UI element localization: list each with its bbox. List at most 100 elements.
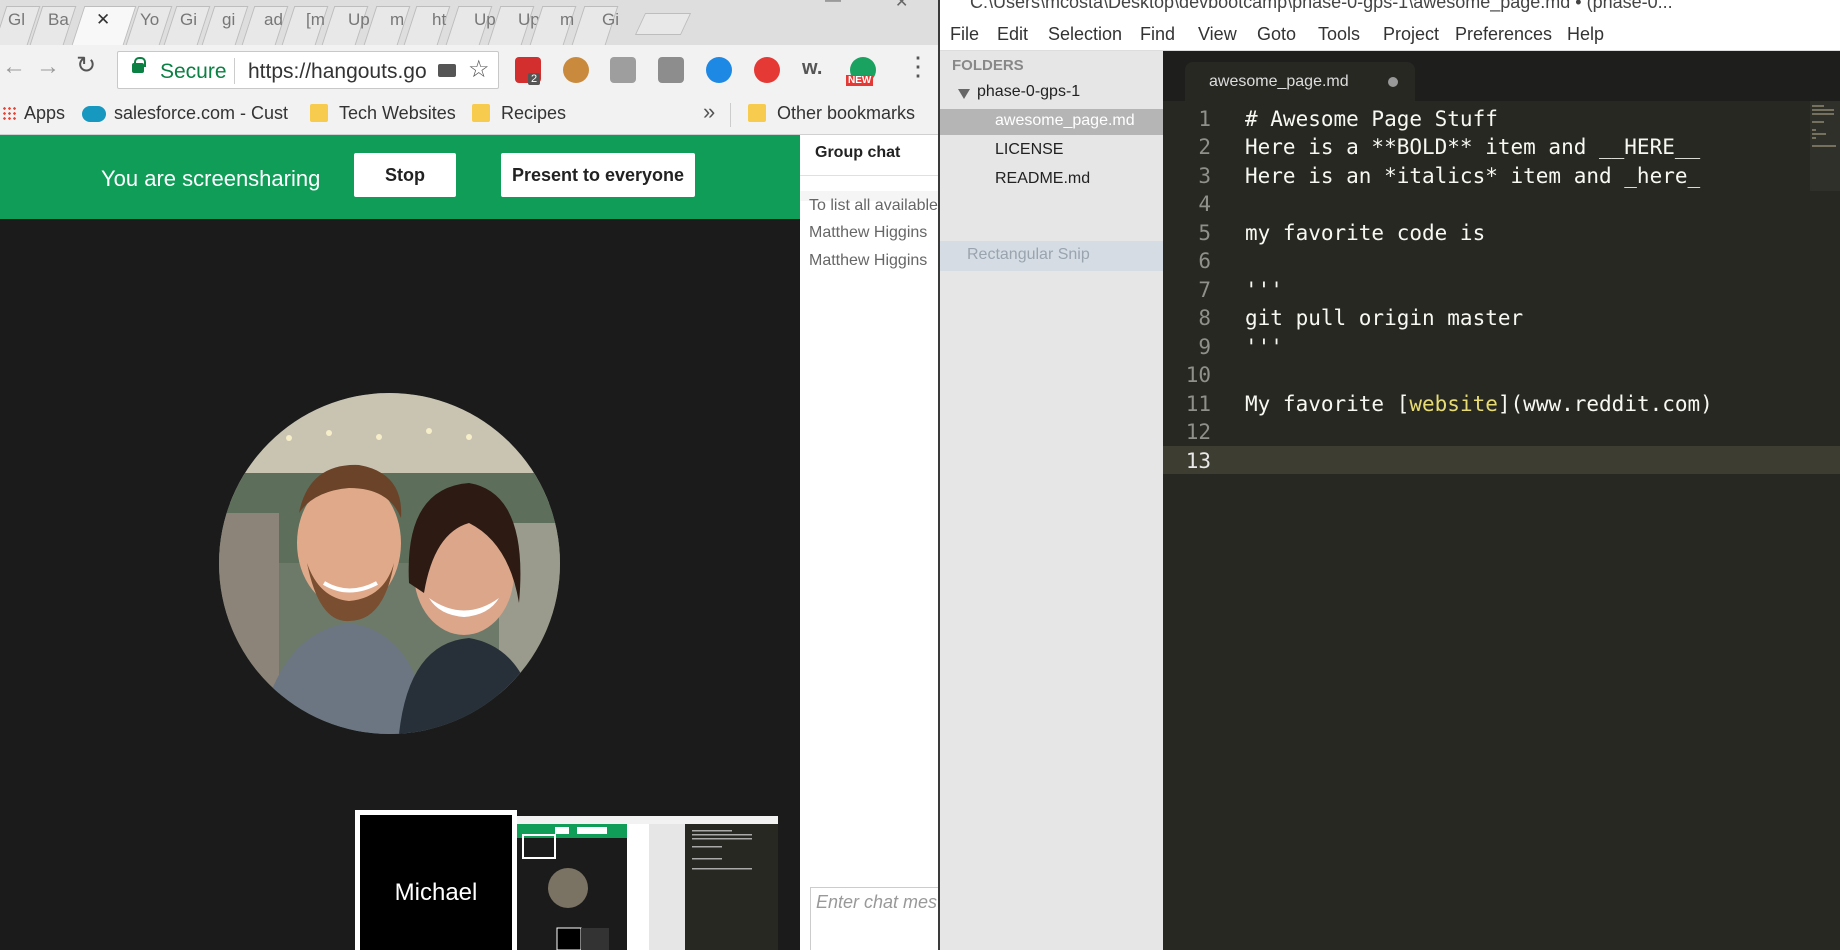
new-tab-button[interactable] (634, 13, 692, 35)
menu-goto[interactable]: Goto (1257, 24, 1296, 45)
menu-help[interactable]: Help (1567, 24, 1604, 45)
line-number: 5 (1198, 221, 1211, 245)
desktop: Gl Ba ✕ Yo Gi gi ad [m Up m ht Up Up m G… (0, 0, 1840, 950)
bookmark-star-icon[interactable]: ☆ (468, 55, 490, 84)
file-license[interactable]: LICENSE (995, 141, 1063, 159)
tab-extension-icon[interactable] (610, 57, 636, 83)
menu-find[interactable]: Find (1140, 24, 1175, 45)
unsaved-dot-icon[interactable] (1388, 77, 1398, 87)
bookmark-apps[interactable]: Apps (24, 103, 65, 124)
present-to-everyone-button[interactable]: Present to everyone (501, 153, 695, 197)
screenshare-banner: You are screensharing Stop Present to ev… (0, 135, 800, 219)
line-number: 4 (1198, 192, 1211, 216)
reload-icon[interactable]: ↻ (76, 51, 96, 80)
group-chat-divider (800, 175, 938, 176)
bookmarks-overflow-icon[interactable]: » (703, 99, 715, 125)
line-number: 6 (1198, 249, 1211, 273)
sublime-menubar: File Edit Selection Find View Goto Tools… (940, 18, 1840, 51)
line-number: 2 (1198, 135, 1211, 159)
tab-title: Ba (48, 10, 69, 29)
menu-tools[interactable]: Tools (1318, 24, 1360, 45)
minimap[interactable] (1810, 101, 1840, 191)
folders-header: FOLDERS (952, 57, 1024, 74)
browser-toolbar: ← → ↻ Secure https://hangouts.go ☆ 2 w. … (0, 45, 938, 95)
code-line: ''' (1245, 335, 1283, 359)
editor-tab[interactable]: awesome_page.md (1185, 62, 1415, 101)
adblock-extension-icon[interactable] (754, 57, 780, 83)
back-icon[interactable]: ← (2, 53, 26, 81)
new-badge: NEW (846, 75, 874, 86)
eye-extension-icon[interactable] (706, 57, 732, 83)
link-url: ](www.reddit.com) (1497, 392, 1713, 416)
code-line-link: My favorite [website](www.reddit.com) (1245, 392, 1713, 416)
tab-title: [m (306, 10, 325, 29)
sublime-title-bar: C:\Users\mcosta\Desktop\devbootcamp\phas… (940, 0, 1840, 18)
menu-selection[interactable]: Selection (1048, 24, 1122, 45)
grammarly-extension-icon[interactable]: NEW (846, 57, 876, 86)
camera-icon[interactable] (438, 64, 456, 77)
close-window-icon[interactable]: ✕ (895, 0, 908, 12)
chrome-menu-icon[interactable]: ⋮ (905, 53, 931, 79)
menu-edit[interactable]: Edit (997, 24, 1028, 45)
hangouts-call-view: You are screensharing Stop Present to ev… (0, 135, 800, 950)
folder-expand-icon[interactable] (958, 89, 970, 99)
folder-icon (472, 104, 490, 122)
cookie-extension-icon[interactable] (563, 57, 589, 83)
bookmarks-bar: Apps salesforce.com - Custo Tech Website… (0, 95, 938, 135)
menu-preferences[interactable]: Preferences (1455, 24, 1552, 45)
snip-tool-label: Rectangular Snip (967, 246, 1090, 263)
keyboard-extension-icon[interactable] (658, 57, 684, 83)
address-bar[interactable]: Secure https://hangouts.go ☆ (117, 51, 499, 89)
minimize-icon[interactable]: — (825, 0, 841, 10)
menu-view[interactable]: View (1198, 24, 1237, 45)
chat-input-placeholder: Enter chat mes (816, 892, 938, 912)
bookmark-salesforce[interactable]: salesforce.com - Custo (114, 103, 288, 124)
folder-icon (748, 104, 766, 122)
bookmark-tech-websites[interactable]: Tech Websites (339, 103, 456, 124)
bookmark-other[interactable]: Other bookmarks (777, 103, 915, 124)
tab-title: Gi (602, 10, 619, 29)
apps-grid-icon (2, 106, 16, 120)
forward-icon[interactable]: → (36, 53, 60, 81)
line-number-gutter: 1 2 3 4 5 6 7 8 9 10 11 12 13 (1163, 101, 1228, 950)
stop-sharing-button[interactable]: Stop (354, 153, 456, 197)
file-readme[interactable]: README.md (995, 170, 1090, 188)
line-number: 1 (1198, 107, 1211, 131)
participant-photo (219, 393, 560, 734)
link-text: website (1409, 392, 1498, 416)
snip-tool-overlay: Rectangular Snip (940, 241, 1163, 271)
code-line: ''' (1245, 278, 1283, 302)
group-chat-title: Group chat (815, 144, 901, 161)
chat-input[interactable]: Enter chat mes (810, 887, 940, 950)
tab-title: ad (264, 10, 283, 29)
tab-strip: Gl Ba ✕ Yo Gi gi ad [m Up m ht Up Up m G… (0, 0, 938, 45)
menu-file[interactable]: File (950, 24, 979, 45)
code-editor[interactable]: 1 2 3 4 5 6 7 8 9 10 11 12 13 # Awesome … (1163, 101, 1840, 950)
code-line: Here is an *italics* item and _here_ (1245, 164, 1701, 188)
chrome-window: Gl Ba ✕ Yo Gi gi ad [m Up m ht Up Up m G… (0, 0, 940, 950)
tab-close-icon[interactable]: ✕ (96, 10, 110, 30)
editor-tab-label: awesome_page.md (1209, 73, 1349, 90)
file-awesome-page[interactable]: awesome_page.md (995, 112, 1135, 130)
screenshare-status: You are screensharing (101, 166, 321, 191)
line-number: 11 (1185, 392, 1211, 416)
chat-message: Matthew Higgins (809, 224, 928, 241)
tab-title: Gl (8, 10, 25, 29)
project-folder[interactable]: phase-0-gps-1 (977, 83, 1080, 101)
code-line: git pull origin master (1245, 306, 1524, 330)
lock-icon (132, 57, 146, 73)
line-number: 9 (1198, 335, 1211, 359)
screenshare-thumbnail[interactable] (517, 816, 778, 950)
w-extension-icon[interactable]: w. (802, 57, 828, 83)
menu-project[interactable]: Project (1383, 24, 1439, 45)
todo-extension-icon[interactable]: 2 (515, 57, 541, 85)
bookmark-recipes[interactable]: Recipes (501, 103, 566, 124)
code-line: my favorite code is (1245, 221, 1486, 245)
group-chat-panel: Group chat To list all available Matthew… (800, 135, 940, 950)
tab-title: Up (348, 10, 370, 29)
tab-title: gi (222, 10, 236, 29)
participant-thumbnail[interactable]: Michael (355, 810, 517, 950)
chat-message: To list all available (809, 197, 938, 214)
url-text[interactable]: https://hangouts.go (248, 60, 426, 84)
bookmarks-divider (730, 103, 731, 127)
